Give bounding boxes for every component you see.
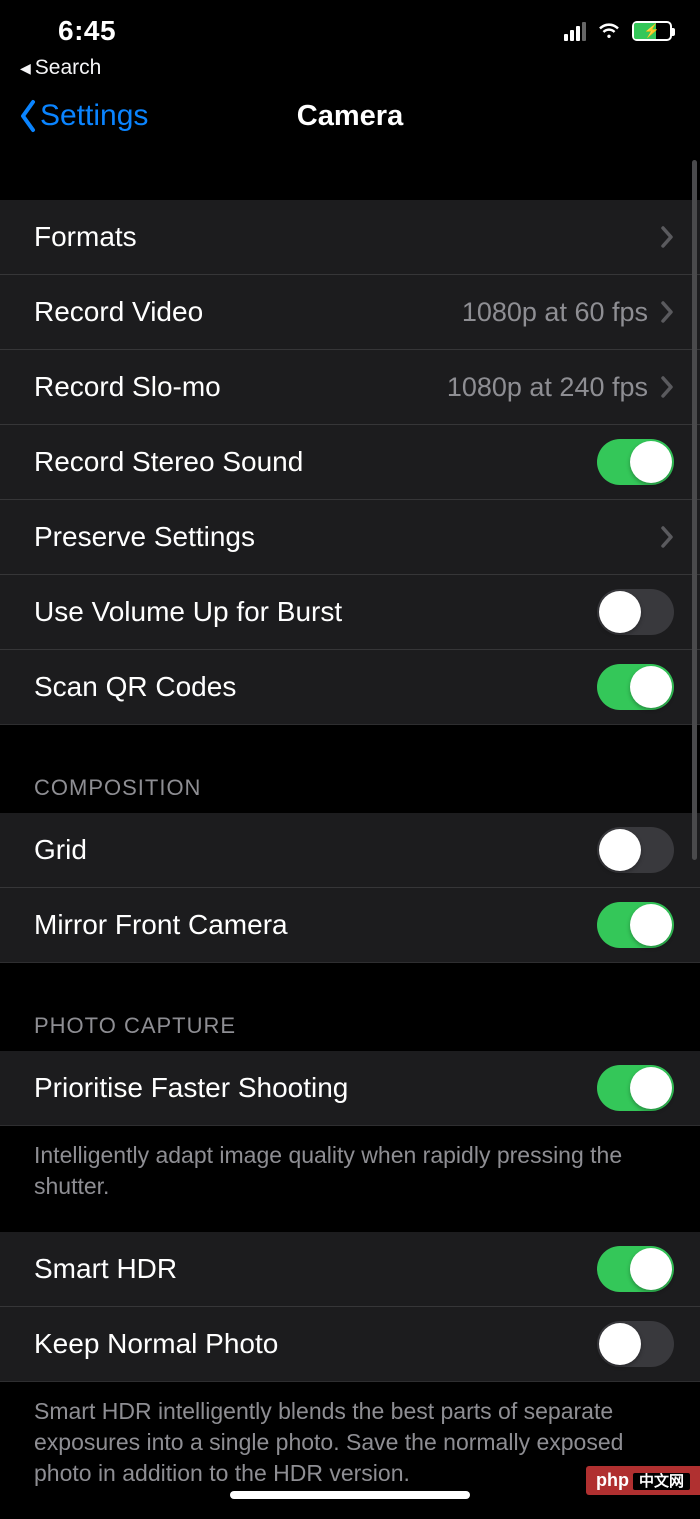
row-label: Formats	[34, 221, 137, 253]
toggle-prioritise-faster-shooting[interactable]	[597, 1065, 674, 1111]
row-label: Use Volume Up for Burst	[34, 596, 342, 628]
settings-group-composition: Grid Mirror Front Camera	[0, 813, 700, 963]
breadcrumb-back[interactable]: ◀ Search	[0, 48, 700, 86]
row-prioritise-faster-shooting: Prioritise Faster Shooting	[0, 1051, 700, 1126]
row-label: Record Video	[34, 296, 203, 328]
row-label: Scan QR Codes	[34, 671, 236, 703]
row-grid: Grid	[0, 813, 700, 888]
row-value: 1080p at 240 fps	[447, 372, 648, 403]
row-label: Preserve Settings	[34, 521, 255, 553]
row-volume-up-burst: Use Volume Up for Burst	[0, 575, 700, 650]
row-value: 1080p at 60 fps	[462, 297, 648, 328]
status-indicators: ! ⚡	[564, 18, 672, 44]
toggle-mirror-front-camera[interactable]	[597, 902, 674, 948]
chevron-right-icon	[660, 525, 674, 549]
back-button[interactable]: Settings	[18, 99, 148, 133]
watermark: php中文网	[586, 1466, 700, 1495]
toggle-smart-hdr[interactable]	[597, 1246, 674, 1292]
cellular-icon: !	[564, 21, 586, 41]
page-title: Camera	[297, 100, 403, 133]
row-label: Smart HDR	[34, 1253, 177, 1285]
settings-group-hdr: Smart HDR Keep Normal Photo	[0, 1232, 700, 1382]
chevron-right-icon	[660, 375, 674, 399]
toggle-scan-qr-codes[interactable]	[597, 664, 674, 710]
section-header-composition: COMPOSITION	[0, 725, 700, 813]
row-smart-hdr: Smart HDR	[0, 1232, 700, 1307]
row-mirror-front-camera: Mirror Front Camera	[0, 888, 700, 963]
battery-icon: ⚡	[632, 21, 672, 41]
status-bar: 6:45 ! ⚡	[0, 0, 700, 48]
toggle-keep-normal-photo[interactable]	[597, 1321, 674, 1367]
section-header-photo-capture: PHOTO CAPTURE	[0, 963, 700, 1051]
wifi-icon	[596, 18, 622, 44]
toggle-volume-up-burst[interactable]	[597, 589, 674, 635]
row-preserve-settings[interactable]: Preserve Settings	[0, 500, 700, 575]
breadcrumb-label: Search	[35, 56, 102, 80]
row-label: Mirror Front Camera	[34, 909, 288, 941]
row-record-slo-mo[interactable]: Record Slo-mo 1080p at 240 fps	[0, 350, 700, 425]
row-record-video[interactable]: Record Video 1080p at 60 fps	[0, 275, 700, 350]
row-record-stereo-sound: Record Stereo Sound	[0, 425, 700, 500]
chevron-right-icon	[660, 225, 674, 249]
section-gap	[0, 158, 700, 200]
watermark-text: php	[596, 1470, 629, 1490]
watermark-box: 中文网	[633, 1473, 690, 1490]
chevron-left-icon	[18, 99, 38, 133]
row-label: Prioritise Faster Shooting	[34, 1072, 348, 1104]
row-label: Grid	[34, 834, 87, 866]
row-keep-normal-photo: Keep Normal Photo	[0, 1307, 700, 1382]
row-label: Record Stereo Sound	[34, 446, 303, 478]
row-formats[interactable]: Formats	[0, 200, 700, 275]
toggle-record-stereo-sound[interactable]	[597, 439, 674, 485]
toggle-grid[interactable]	[597, 827, 674, 873]
settings-group-photo-capture: Prioritise Faster Shooting	[0, 1051, 700, 1126]
settings-group-main: Formats Record Video 1080p at 60 fps Rec…	[0, 200, 700, 725]
nav-bar: Settings Camera	[0, 86, 700, 158]
row-scan-qr-codes: Scan QR Codes	[0, 650, 700, 725]
back-button-label: Settings	[40, 99, 148, 133]
status-time: 6:45	[28, 15, 116, 47]
section-footer: Intelligently adapt image quality when r…	[0, 1126, 700, 1232]
row-label: Keep Normal Photo	[34, 1328, 278, 1360]
scrollbar[interactable]	[692, 160, 697, 860]
row-label: Record Slo-mo	[34, 371, 221, 403]
chevron-right-icon	[660, 300, 674, 324]
home-indicator[interactable]	[230, 1491, 470, 1499]
back-triangle-icon: ◀	[20, 60, 31, 77]
